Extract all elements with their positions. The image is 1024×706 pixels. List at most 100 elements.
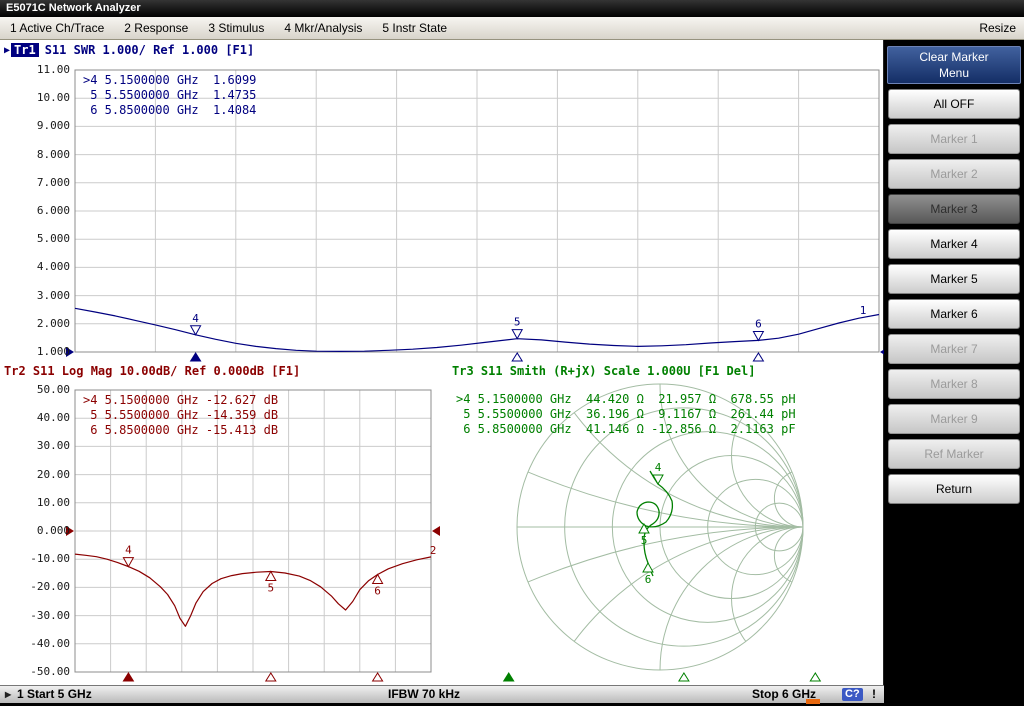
tr1-readout-row-6: 6 5.8500000 GHz 1.4084 xyxy=(83,103,256,118)
softkey-marker-1[interactable]: Marker 1 xyxy=(888,124,1020,154)
active-trace-arrow-icon: ▶ xyxy=(4,45,10,56)
tr2-header[interactable]: Tr2 S11 Log Mag 10.00dB/ Ref 0.000dB [F1… xyxy=(4,364,300,378)
tr1-marker-5-icon xyxy=(512,330,522,339)
softkey-all-off[interactable]: All OFF xyxy=(888,89,1020,119)
tr1-ytick: 3.000 xyxy=(24,289,70,302)
tr2-ytick: -50.00 xyxy=(24,665,70,678)
tr3-marker-readout: >4 5.1500000 GHz 44.420 Ω 21.957 Ω 678.5… xyxy=(456,392,796,437)
tr1-marker-6-icon xyxy=(753,331,763,340)
tr3-trace xyxy=(637,471,672,576)
menu-resize[interactable]: Resize xyxy=(979,17,1016,39)
tr2-marker-6-icon xyxy=(373,574,383,583)
tr2-readout-row-6: 6 5.8500000 GHz -15.413 dB xyxy=(83,423,278,438)
app-title: E5071C Network Analyzer xyxy=(6,2,141,14)
tr3-stimulus-marker-4-icon xyxy=(504,673,514,681)
softkey-return[interactable]: Return xyxy=(888,474,1020,504)
tr2-ytick: -10.00 xyxy=(24,552,70,565)
tr1-ytick: 9.000 xyxy=(24,119,70,132)
menu-item-1[interactable]: 1 Active Ch/Trace xyxy=(0,17,114,39)
status-channel-arrow-icon: ▶ xyxy=(5,686,11,703)
tr1-marker-5-number: 5 xyxy=(514,316,521,329)
tr3-marker-5-number: 5 xyxy=(641,534,648,547)
tr3-header[interactable]: Tr3 S11 Smith (R+jX) Scale 1.000U [F1 De… xyxy=(452,364,755,378)
sweep-indicator xyxy=(806,699,820,704)
tr2-ytick: 20.00 xyxy=(24,468,70,481)
tr1-marker-6-number: 6 xyxy=(755,317,762,330)
tr2-ytick: 0.000 xyxy=(24,524,70,537)
softkey-buttons: All OFF Marker 1 Marker 2 Marker 3 Marker 4 M… xyxy=(884,89,1024,504)
softkey-marker-8[interactable]: Marker 8 xyxy=(888,369,1020,399)
menu-bar: 1 Active Ch/Trace2 Response3 Stimulus4 M… xyxy=(0,17,1024,40)
tr3-readout-row-5: 5 5.5500000 GHz 36.196 Ω 9.1167 Ω 261.44… xyxy=(456,407,796,422)
menu-item-4[interactable]: 4 Mkr/Analysis xyxy=(274,17,372,39)
tr2-stimulus-marker-6-icon xyxy=(373,673,383,681)
tr1-header[interactable]: ▶Tr1 S11 SWR 1.000/ Ref 1.000 [F1] xyxy=(4,43,254,57)
tr2-ytick: -40.00 xyxy=(24,637,70,650)
softkey-ref-marker[interactable]: Ref Marker xyxy=(888,439,1020,469)
tr1-ytick: 7.000 xyxy=(24,176,70,189)
softkey-marker-4[interactable]: Marker 4 xyxy=(888,229,1020,259)
tr1-marker-readout: >4 5.1500000 GHz 1.6099 5 5.5500000 GHz … xyxy=(83,73,256,118)
plots-canvas: 4 5 6 1 4 5 6 2 4 5 6 xyxy=(0,40,884,685)
tr1-marker-4-number: 4 xyxy=(192,312,199,325)
tr2-marker-readout: >4 5.1500000 GHz -12.627 dB 5 5.5500000 … xyxy=(83,393,278,438)
tr2-ytick: 10.00 xyxy=(24,496,70,509)
tr3-marker-4-number: 4 xyxy=(655,461,662,474)
tr2-marker-4-number: 4 xyxy=(125,544,132,557)
softkey-menu-title-line2: Menu xyxy=(888,65,1020,81)
status-ifbw: IFBW 70 kHz xyxy=(388,686,460,703)
softkey-marker-7[interactable]: Marker 7 xyxy=(888,334,1020,364)
softkey-menu-title: Clear Marker Menu xyxy=(887,46,1021,84)
tr2-marker-5-number: 5 xyxy=(267,581,274,594)
tr2-ref-arrow-right-icon xyxy=(432,526,440,536)
tr2-marker-5-icon xyxy=(266,571,276,580)
tr3-marker-6-icon xyxy=(643,563,653,572)
softkey-marker-5[interactable]: Marker 5 xyxy=(888,264,1020,294)
tr3-marker-6-number: 6 xyxy=(645,573,652,586)
tr1-header-text: S11 SWR 1.000/ Ref 1.000 [F1] xyxy=(45,43,255,57)
menu-item-2[interactable]: 2 Response xyxy=(114,17,198,39)
tr2-ytick: -20.00 xyxy=(24,580,70,593)
tr1-stimulus-marker-4-icon xyxy=(191,353,201,361)
status-start-frequency: 1 Start 5 GHz xyxy=(17,686,92,703)
tr1-ytick: 8.000 xyxy=(24,148,70,161)
tr2-stimulus-marker-5-icon xyxy=(266,673,276,681)
tr2-ytick: 50.00 xyxy=(24,383,70,396)
tr1-ytick: 10.00 xyxy=(24,91,70,104)
menu-item-5[interactable]: 5 Instr State xyxy=(372,17,457,39)
tr1-ytick: 6.000 xyxy=(24,204,70,217)
tr3-readout-row-6: 6 5.8500000 GHz 41.146 Ω -12.856 Ω 2.116… xyxy=(456,422,796,437)
status-bar: ▶ 1 Start 5 GHz IFBW 70 kHz Stop 6 GHz C… xyxy=(0,685,884,703)
softkey-marker-9[interactable]: Marker 9 xyxy=(888,404,1020,434)
status-correction-badge: C? xyxy=(842,688,863,701)
softkey-marker-2[interactable]: Marker 2 xyxy=(888,159,1020,189)
tr2-readout-row-5: 5 5.5500000 GHz -14.359 dB xyxy=(83,408,278,423)
title-bar[interactable]: E5071C Network Analyzer xyxy=(0,0,1024,17)
tr1-ytick: 2.000 xyxy=(24,317,70,330)
softkey-marker-6[interactable]: Marker 6 xyxy=(888,299,1020,329)
menu-item-3[interactable]: 3 Stimulus xyxy=(198,17,274,39)
tr2-trace-number: 2 xyxy=(430,544,437,557)
softkey-panel: Clear Marker Menu All OFF Marker 1 Marker … xyxy=(884,40,1024,685)
tr2-readout-row-4: >4 5.1500000 GHz -12.627 dB xyxy=(83,393,278,408)
tr1-active-chip: Tr1 xyxy=(11,43,39,57)
tr2-stimulus-marker-4-icon xyxy=(123,673,133,681)
status-alert: ! xyxy=(872,686,876,703)
tr1-trace-number: 1 xyxy=(860,304,867,317)
tr1-readout-row-5: 5 5.5500000 GHz 1.4735 xyxy=(83,88,256,103)
tr1-ytick: 1.000 xyxy=(24,345,70,358)
tr2-ytick: -30.00 xyxy=(24,609,70,622)
softkey-menu-title-line1: Clear Marker xyxy=(888,49,1020,65)
tr3-stimulus-marker-5-icon xyxy=(679,673,689,681)
tr1-stimulus-marker-6-icon xyxy=(753,353,763,361)
tr1-stimulus-marker-5-icon xyxy=(512,353,522,361)
tr1-ytick: 4.000 xyxy=(24,260,70,273)
menu-items: 1 Active Ch/Trace2 Response3 Stimulus4 M… xyxy=(0,21,457,35)
softkey-marker-3[interactable]: Marker 3 xyxy=(888,194,1020,224)
tr2-marker-6-number: 6 xyxy=(374,584,381,597)
tr1-ytick: 11.00 xyxy=(24,63,70,76)
tr3-stimulus-marker-6-icon xyxy=(810,673,820,681)
channel-window: 4 5 6 1 4 5 6 2 4 5 6 ▶Tr1 S11 SWR 1.000/ Ref 1.000… xyxy=(0,40,884,685)
tr1-ytick: 5.000 xyxy=(24,232,70,245)
tr3-readout-row-4: >4 5.1500000 GHz 44.420 Ω 21.957 Ω 678.5… xyxy=(456,392,796,407)
